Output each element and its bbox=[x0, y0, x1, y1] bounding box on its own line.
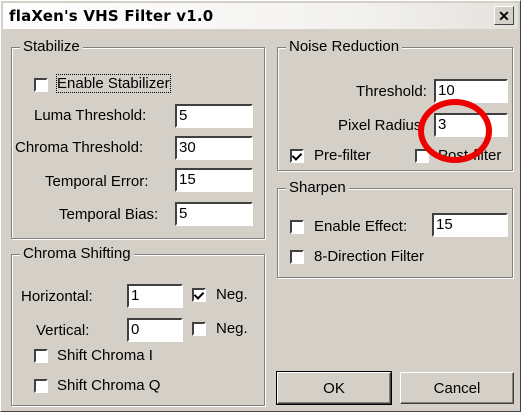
shift-chroma-i-label[interactable]: Shift Chroma I bbox=[57, 347, 153, 364]
vhs-filter-dialog: flaXen's VHS Filter v1.0 ✕ Stabilize Ena… bbox=[0, 0, 521, 412]
stabilize-group-label: Stabilize bbox=[20, 38, 83, 55]
prefilter-label[interactable]: Pre-filter bbox=[314, 147, 371, 164]
window-title: flaXen's VHS Filter v1.0 bbox=[9, 7, 214, 25]
temporal-error-input[interactable]: 15 bbox=[175, 168, 253, 192]
vertical-input[interactable]: 0 bbox=[127, 318, 183, 342]
highlight-circle bbox=[418, 99, 492, 163]
chroma-shifting-group-label: Chroma Shifting bbox=[20, 245, 134, 262]
shift-chroma-i-checkbox[interactable] bbox=[34, 349, 48, 363]
vertical-neg-checkbox[interactable] bbox=[192, 322, 206, 336]
cancel-button[interactable]: Cancel bbox=[400, 372, 514, 404]
chroma-threshold-label: Chroma Threshold: bbox=[15, 139, 144, 156]
horizontal-neg-label[interactable]: Neg. bbox=[216, 286, 248, 303]
luma-threshold-input[interactable]: 5 bbox=[175, 104, 253, 128]
horizontal-label: Horizontal: bbox=[21, 288, 93, 305]
prefilter-checkbox[interactable] bbox=[290, 149, 304, 163]
enable-effect-input[interactable]: 15 bbox=[432, 213, 508, 237]
ok-button[interactable]: OK bbox=[276, 371, 392, 405]
temporal-error-label: Temporal Error: bbox=[45, 173, 149, 190]
shift-chroma-q-checkbox[interactable] bbox=[34, 379, 48, 393]
enable-stabilizer-checkbox[interactable] bbox=[34, 78, 48, 92]
sharpen-group-label: Sharpen bbox=[286, 179, 349, 196]
vertical-label: Vertical: bbox=[36, 322, 90, 339]
vertical-neg-label[interactable]: Neg. bbox=[216, 320, 248, 337]
luma-threshold-label: Luma Threshold: bbox=[34, 107, 147, 124]
temporal-bias-input[interactable]: 5 bbox=[175, 202, 253, 226]
eight-direction-label[interactable]: 8-Direction Filter bbox=[314, 248, 424, 265]
enable-effect-label[interactable]: Enable Effect: bbox=[314, 218, 407, 235]
enable-stabilizer-label[interactable]: Enable Stabilizer bbox=[56, 74, 171, 93]
close-button[interactable]: ✕ bbox=[494, 6, 514, 25]
horizontal-neg-checkbox[interactable] bbox=[192, 288, 206, 302]
temporal-bias-label: Temporal Bias: bbox=[59, 206, 159, 223]
shift-chroma-q-label[interactable]: Shift Chroma Q bbox=[57, 377, 160, 394]
close-icon: ✕ bbox=[498, 7, 510, 24]
enable-effect-checkbox[interactable] bbox=[290, 220, 304, 234]
pixel-radius-label: Pixel Radius: bbox=[338, 117, 426, 134]
horizontal-input[interactable]: 1 bbox=[127, 284, 183, 308]
noise-reduction-group-label: Noise Reduction bbox=[286, 38, 403, 55]
title-bar[interactable]: flaXen's VHS Filter v1.0 ✕ bbox=[3, 3, 518, 29]
nr-threshold-label: Threshold: bbox=[356, 83, 427, 100]
chroma-threshold-input[interactable]: 30 bbox=[175, 136, 253, 160]
eight-direction-checkbox[interactable] bbox=[290, 250, 304, 264]
